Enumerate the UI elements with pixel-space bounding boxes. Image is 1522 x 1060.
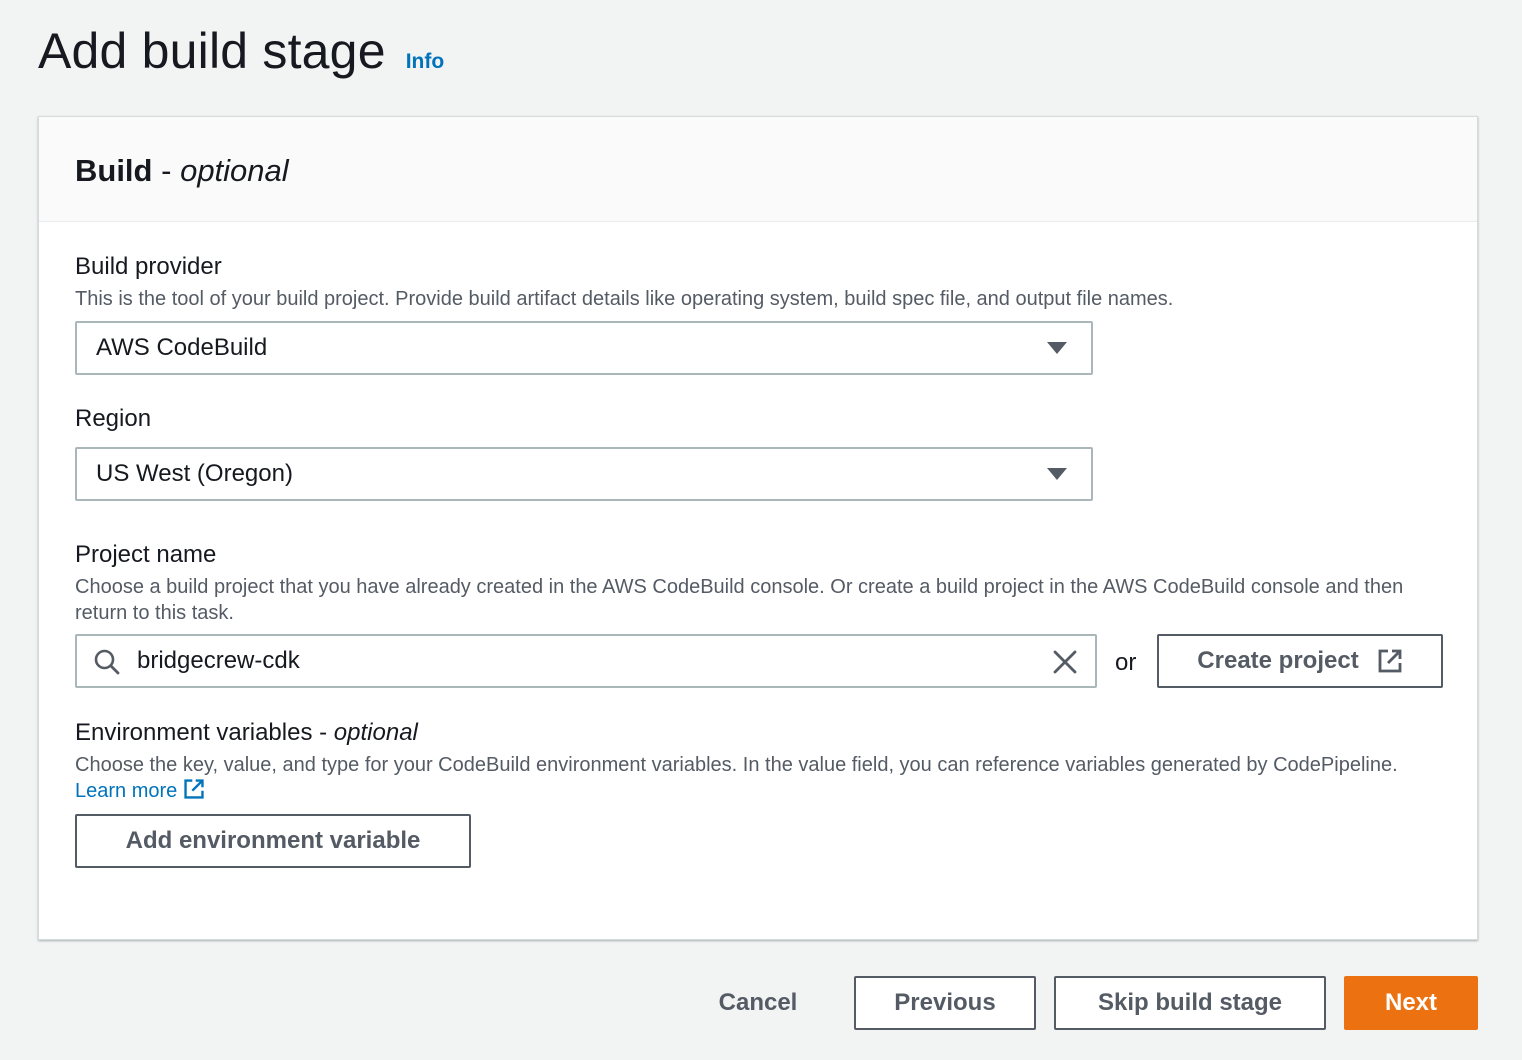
page-header: Add build stage Info <box>38 22 444 80</box>
region-value: US West (Oregon) <box>96 460 293 487</box>
build-panel: Build - optional Build provider This is … <box>38 116 1478 940</box>
project-name-search <box>75 634 1097 688</box>
cancel-button[interactable]: Cancel <box>698 976 818 1030</box>
panel-title-separator: - <box>161 153 172 188</box>
build-provider-label: Build provider <box>75 253 222 280</box>
caret-down-icon <box>1047 468 1067 480</box>
region-select[interactable]: US West (Oregon) <box>75 447 1093 501</box>
clear-icon[interactable] <box>1051 648 1079 676</box>
previous-button[interactable]: Previous <box>854 976 1036 1030</box>
env-vars-label: Environment variables - optional <box>75 719 418 747</box>
env-vars-description-text: Choose the key, value, and type for your… <box>75 754 1398 776</box>
learn-more-label: Learn more <box>75 780 178 802</box>
panel-header: Build - optional <box>39 117 1477 222</box>
search-icon <box>94 649 120 675</box>
env-vars-description: Choose the key, value, and type for your… <box>75 752 1445 804</box>
learn-more-link[interactable]: Learn more <box>75 779 205 802</box>
next-button[interactable]: Next <box>1344 976 1478 1030</box>
project-name-label: Project name <box>75 541 217 568</box>
page-title: Add build stage <box>38 23 386 79</box>
add-environment-variable-button[interactable]: Add environment variable <box>75 814 471 868</box>
or-text: or <box>1115 649 1137 676</box>
build-provider-select[interactable]: AWS CodeBuild <box>75 321 1093 375</box>
panel-title-optional: optional <box>180 153 289 188</box>
panel-title-text: Build <box>75 153 153 188</box>
external-link-icon <box>184 779 204 799</box>
external-link-icon <box>1378 649 1402 673</box>
project-name-input[interactable] <box>137 636 1017 686</box>
create-project-button[interactable]: Create project <box>1157 634 1443 688</box>
region-label: Region <box>75 405 152 432</box>
build-provider-description: This is the tool of your build project. … <box>75 288 1174 310</box>
create-project-label: Create project <box>1197 647 1359 674</box>
project-name-description: Choose a build project that you have alr… <box>75 576 1404 624</box>
env-vars-label-separator: - <box>319 719 328 746</box>
panel-title: Build - optional <box>75 153 1441 189</box>
env-vars-label-text: Environment variables <box>75 719 313 746</box>
caret-down-icon <box>1047 342 1067 354</box>
info-link[interactable]: Info <box>406 50 444 74</box>
env-vars-label-optional: optional <box>333 719 418 746</box>
build-provider-value: AWS CodeBuild <box>96 334 268 361</box>
skip-build-stage-button[interactable]: Skip build stage <box>1054 976 1326 1030</box>
